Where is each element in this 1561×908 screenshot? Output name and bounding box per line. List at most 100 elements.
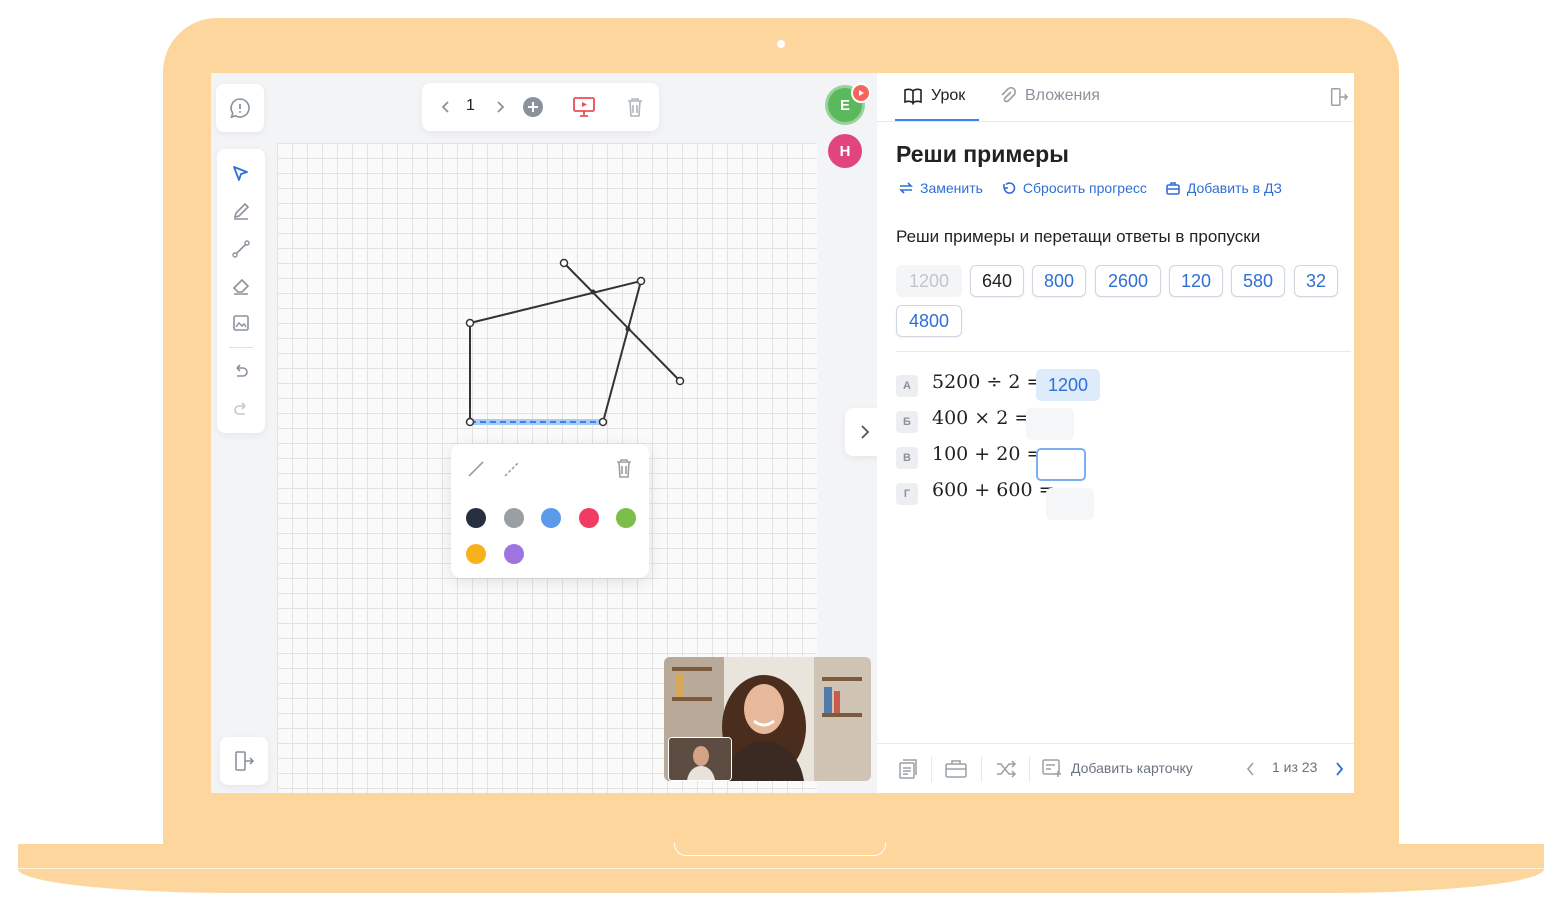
answer-chip: 1200: [896, 265, 962, 297]
vertex: [636, 276, 646, 286]
action-label: Заменить: [920, 180, 983, 196]
add-card-button[interactable]: Добавить карточку: [1041, 757, 1193, 779]
vertex: [465, 417, 475, 427]
book-icon: [904, 88, 922, 105]
select-tool[interactable]: [229, 162, 253, 186]
action-label: Сбросить прогресс: [1022, 180, 1147, 196]
redo-icon: [234, 402, 246, 415]
answer-chip[interactable]: 640: [970, 265, 1024, 297]
next-page-button[interactable]: [490, 97, 510, 117]
color-swatch[interactable]: [503, 508, 524, 528]
shuffle-icon: [997, 760, 1017, 778]
exit-board-button[interactable]: [220, 737, 268, 785]
answer-slot[interactable]: [1026, 408, 1074, 440]
tab-attachments[interactable]: Вложения: [999, 87, 1100, 105]
row-letter: А: [896, 375, 918, 397]
answer-slot[interactable]: [1036, 448, 1086, 481]
app-screen: 1 Е Н Урок Вложения Реши примеры Заменит…: [211, 73, 1354, 793]
diagonal-line: [563, 262, 681, 382]
active-tab-indicator: [895, 119, 979, 121]
chevron-right-icon: [497, 101, 505, 113]
row-expression: 600 + 600 =: [932, 479, 1055, 501]
footer-divider: [981, 756, 982, 782]
image-tool[interactable]: [229, 311, 253, 335]
answer-chip[interactable]: 2600: [1095, 265, 1161, 297]
answer-chip[interactable]: 120: [1169, 265, 1223, 297]
laptop-base-bottom: [18, 869, 1544, 893]
answer-chip[interactable]: 800: [1032, 265, 1086, 297]
row-expression: 400 × 2 =: [932, 407, 1031, 429]
next-card-button[interactable]: [1331, 759, 1347, 779]
lesson-panel: Урок Вложения Реши примеры Заменить Сбро…: [877, 73, 1354, 793]
undo-button[interactable]: [229, 360, 253, 384]
exit-icon: [235, 751, 255, 771]
solid-line-option[interactable]: [465, 458, 487, 480]
exercise-title: Реши примеры: [896, 141, 1069, 167]
student-video: [669, 738, 731, 780]
shuffle-button[interactable]: [993, 756, 1019, 782]
divider: [896, 351, 1351, 352]
color-swatch[interactable]: [466, 544, 486, 564]
row-letter: В: [896, 447, 918, 469]
action-label: Добавить в ДЗ: [1186, 180, 1282, 196]
play-icon: [859, 90, 864, 96]
page-number: 1: [466, 97, 475, 114]
answer-chip[interactable]: 580: [1231, 265, 1285, 297]
delete-page-button[interactable]: [624, 95, 646, 119]
chevron-right-icon: [1336, 762, 1344, 776]
answer-chip[interactable]: 4800: [896, 305, 962, 337]
answer-slot[interactable]: 1200: [1036, 369, 1100, 401]
replace-button[interactable]: Заменить: [898, 180, 983, 196]
list-icon: [899, 759, 917, 779]
intersection-point: [590, 289, 596, 295]
line-icon: [232, 240, 250, 258]
paperclip-icon: [1001, 87, 1017, 103]
panel-footer: Добавить карточку 1 из 23: [877, 743, 1354, 793]
vertex: [559, 258, 569, 268]
video-call[interactable]: [664, 657, 871, 781]
cards-list-button[interactable]: [895, 756, 921, 782]
chevron-left-icon: [1246, 762, 1254, 776]
laptop-camera: [777, 40, 785, 48]
chevron-right-icon: [861, 425, 870, 439]
delete-shape-button[interactable]: [613, 456, 635, 480]
footer-divider: [931, 756, 932, 782]
answer-slot[interactable]: [1046, 488, 1094, 520]
exit-icon: [1330, 88, 1349, 106]
plus-circle-icon: [523, 97, 543, 117]
row-expression: 100 + 20 =: [932, 443, 1043, 465]
vertex: [598, 417, 608, 427]
line-tool[interactable]: [229, 237, 253, 261]
add-card-label: Добавить карточку: [1071, 760, 1193, 776]
color-swatch[interactable]: [541, 508, 561, 528]
eraser-tool[interactable]: [229, 274, 253, 298]
card-pager: 1 из 23: [1272, 759, 1318, 775]
chat-button[interactable]: [216, 84, 264, 132]
vertex: [465, 318, 475, 328]
presentation-button[interactable]: [572, 95, 596, 119]
prev-page-button[interactable]: [436, 97, 456, 117]
pencil-tool[interactable]: [229, 199, 253, 223]
tab-label: Урок: [931, 87, 966, 104]
avatar-teacher[interactable]: Н: [828, 134, 862, 168]
color-swatch[interactable]: [616, 508, 636, 528]
color-swatch[interactable]: [578, 508, 599, 528]
chevron-left-icon: [441, 101, 449, 113]
row-letter: Б: [896, 411, 918, 433]
color-swatch[interactable]: [466, 508, 486, 528]
row-letter: Г: [896, 483, 918, 505]
redo-button[interactable]: [229, 398, 253, 422]
trash-icon: [628, 98, 642, 117]
footer-divider: [1029, 756, 1030, 782]
tab-lesson[interactable]: Урок: [903, 87, 965, 105]
reset-icon: [1003, 182, 1016, 194]
dashed-line-option[interactable]: [501, 458, 523, 480]
prev-card-button[interactable]: [1243, 759, 1259, 779]
reset-progress-button[interactable]: Сбросить прогресс: [1001, 180, 1147, 196]
homework-button[interactable]: [943, 756, 969, 782]
exit-lesson-button[interactable]: [1328, 86, 1350, 108]
answer-chip[interactable]: 32: [1294, 265, 1338, 297]
add-page-button[interactable]: [522, 96, 544, 118]
add-to-homework-button[interactable]: Добавить в ДЗ: [1165, 180, 1282, 196]
color-swatch[interactable]: [503, 544, 524, 564]
